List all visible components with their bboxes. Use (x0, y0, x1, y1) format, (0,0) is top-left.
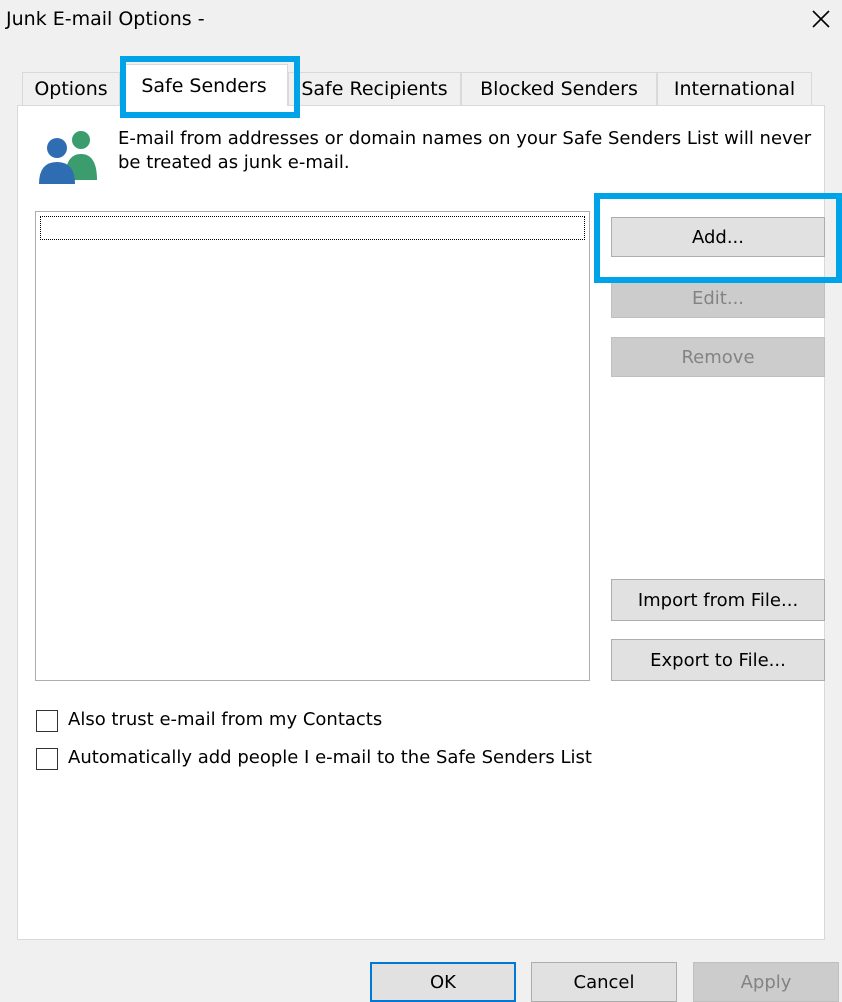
title-bar: Junk E-mail Options - (0, 0, 842, 40)
cancel-button[interactable]: Cancel (531, 962, 677, 1002)
add-button[interactable]: Add... (611, 217, 825, 257)
edit-button-label: Edit... (691, 287, 745, 309)
tab-safe-senders[interactable]: Safe Senders (120, 64, 288, 106)
export-to-file-button[interactable]: Export to File... (611, 639, 825, 681)
close-icon[interactable] (806, 4, 836, 34)
import-from-file-button[interactable]: Import from File... (611, 579, 825, 621)
add-button-label: Add... (691, 226, 744, 248)
tab-label: Safe Senders (141, 74, 267, 97)
tab-blocked-senders[interactable]: Blocked Senders (461, 72, 657, 105)
safe-senders-description: E-mail from addresses or domain names on… (118, 128, 812, 173)
export-button-label: Export to File... (650, 649, 786, 671)
remove-button[interactable]: Remove (611, 337, 825, 377)
auto-add-label: Automatically add people I e-mail to the… (68, 747, 592, 768)
tab-label: International (673, 78, 796, 100)
tab-label: Safe Recipients (301, 78, 448, 100)
tab-label: Options (34, 78, 108, 100)
ok-button[interactable]: OK (370, 962, 516, 1002)
safe-senders-list[interactable] (35, 211, 590, 681)
people-icon (39, 131, 97, 184)
cancel-button-label: Cancel (573, 971, 635, 993)
tab-safe-recipients[interactable]: Safe Recipients (288, 72, 461, 105)
tab-label: Blocked Senders (480, 78, 638, 100)
remove-button-label: Remove (681, 346, 755, 368)
trust-contacts-checkbox[interactable] (36, 710, 58, 732)
trust-contacts-label: Also trust e-mail from my Contacts (68, 709, 383, 730)
ok-button-label: OK (430, 971, 456, 993)
tab-options[interactable]: Options (22, 72, 120, 105)
edit-button[interactable]: Edit... (611, 278, 825, 318)
apply-button[interactable]: Apply (693, 962, 839, 1002)
tab-international[interactable]: International (657, 72, 812, 105)
auto-add-checkbox[interactable] (36, 748, 58, 770)
window-title: Junk E-mail Options - (6, 8, 205, 30)
list-focus-row[interactable] (40, 216, 585, 240)
apply-button-label: Apply (740, 971, 792, 993)
import-button-label: Import from File... (637, 589, 799, 611)
